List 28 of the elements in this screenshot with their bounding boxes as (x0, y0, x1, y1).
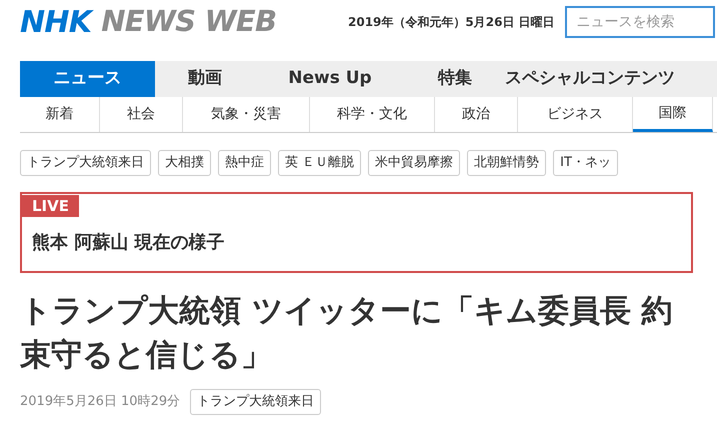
nav-tab[interactable]: スペシャルコンテンツ (505, 61, 675, 97)
topic-tag[interactable]: トランプ大統領来日 (20, 150, 151, 176)
logo-mark[interactable]: NHK (20, 0, 92, 44)
search-field[interactable]: ニュースを検索 (564, 6, 715, 38)
live-title[interactable]: 熊本 阿蘇山 現在の様子 (32, 229, 691, 256)
category-tab[interactable]: 新着 (20, 97, 100, 132)
category-tab[interactable]: 政治 (435, 97, 518, 132)
timestamp: 2019年5月26日 10時29分 (20, 393, 180, 412)
topic-tag[interactable]: トランプ大統領来日 (190, 389, 322, 415)
topic-tag[interactable]: 大相撲 (158, 150, 211, 176)
date-text: 2019年（令和元年）5月26日 日曜日 (348, 14, 555, 31)
live-badge: LIVE (22, 195, 79, 217)
topic-tag[interactable]: IT・ネッ (553, 150, 618, 176)
topic-tag[interactable]: 英 ＥＵ離脱 (278, 150, 362, 176)
nav-tab[interactable]: 動画 (155, 61, 255, 97)
category-tab[interactable]: 社会 (100, 97, 183, 132)
category-tab[interactable]: ビジネス (518, 97, 633, 132)
category-tab[interactable]: 国際 (633, 97, 713, 132)
nav-tab[interactable]: News Up (255, 61, 405, 97)
topic-tag[interactable]: 北朝鮮情勢 (467, 150, 546, 176)
live-card[interactable]: LIVE 熊本 阿蘇山 現在の様子 (20, 192, 693, 273)
nav-tab[interactable]: 特集 (405, 61, 505, 97)
article-headline: トランプ大統領 ツイッターに「キム委員長 約束守ると信じる」 (20, 292, 674, 375)
category-tab[interactable]: 気象・災害 (183, 97, 310, 132)
category-tab[interactable]: 科学・文化 (310, 97, 435, 132)
topic-tag[interactable]: 米中貿易摩擦 (368, 150, 460, 176)
nav-tab[interactable]: ニュース (20, 61, 155, 97)
topic-tag[interactable]: 熱中症 (218, 150, 271, 176)
